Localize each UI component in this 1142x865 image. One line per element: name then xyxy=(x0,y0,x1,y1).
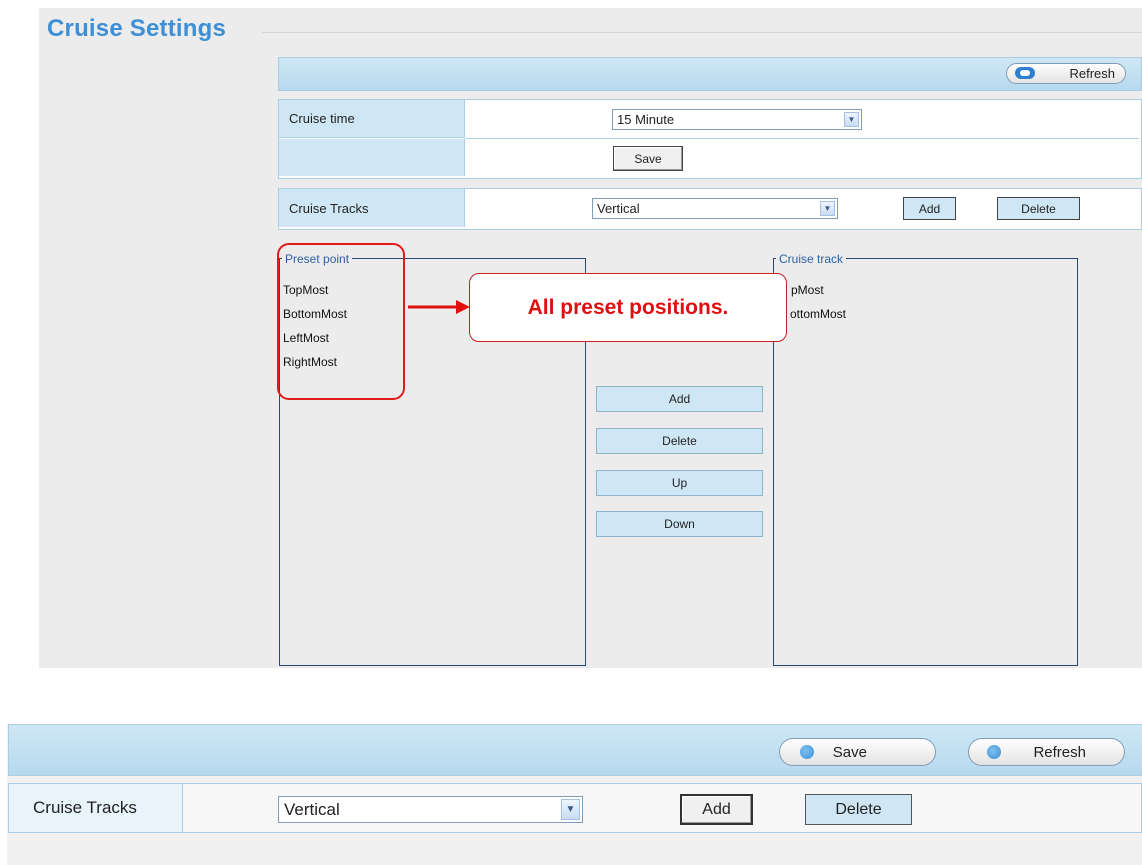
down-button[interactable]: Down xyxy=(596,511,763,537)
bottom-cruise-tracks-label: Cruise Tracks xyxy=(9,784,183,832)
cruise-tracks-label: Cruise Tracks xyxy=(279,189,465,227)
chevron-down-icon[interactable]: ▼ xyxy=(844,112,859,127)
cruise-tracks-select[interactable]: Vertical ▼ xyxy=(592,198,838,219)
cruise-track-legend: Cruise track xyxy=(776,252,847,266)
cruise-time-value: 15 Minute xyxy=(617,112,675,127)
title-divider xyxy=(262,32,1142,33)
save-button[interactable]: Save xyxy=(613,146,683,171)
add-button[interactable]: Add xyxy=(596,386,763,412)
row-divider xyxy=(465,138,1139,139)
refresh-label: Refresh xyxy=(1069,66,1115,81)
cruise-tracks-value: Vertical xyxy=(597,201,640,216)
refresh-icon xyxy=(987,745,1001,759)
up-button[interactable]: Up xyxy=(596,470,763,496)
cruise-time-label-empty xyxy=(279,139,465,176)
bottom-refresh-button[interactable]: Refresh xyxy=(968,738,1125,766)
bottom-cruise-tracks-value: Vertical xyxy=(284,799,340,819)
delete-button[interactable]: Delete xyxy=(596,428,763,454)
cruise-time-label: Cruise time xyxy=(279,100,465,138)
preset-highlight-outline xyxy=(277,243,405,400)
list-item[interactable]: ottomMost xyxy=(790,307,846,321)
cruise-time-select[interactable]: 15 Minute ▼ xyxy=(612,109,862,130)
bottom-save-label: Save xyxy=(832,743,867,761)
bottom-save-button[interactable]: Save xyxy=(779,738,936,766)
bottom-delete-button[interactable]: Delete xyxy=(805,794,912,825)
arrow-right-icon xyxy=(408,300,470,314)
add-track-button[interactable]: Add xyxy=(903,197,956,220)
delete-track-button[interactable]: Delete xyxy=(997,197,1080,220)
list-item[interactable]: pMost xyxy=(791,283,824,297)
refresh-button[interactable]: Refresh xyxy=(1006,63,1126,84)
bottom-cruise-tracks-select[interactable]: Vertical ▼ xyxy=(278,796,583,823)
save-icon xyxy=(800,745,814,759)
chevron-down-icon[interactable]: ▼ xyxy=(561,799,580,820)
chevron-down-icon[interactable]: ▼ xyxy=(820,201,835,216)
bottom-add-button[interactable]: Add xyxy=(680,794,753,825)
callout-box: All preset positions. xyxy=(469,273,787,342)
refresh-icon xyxy=(1015,67,1035,79)
page-title: Cruise Settings xyxy=(47,15,227,42)
bottom-refresh-label: Refresh xyxy=(1033,743,1086,761)
